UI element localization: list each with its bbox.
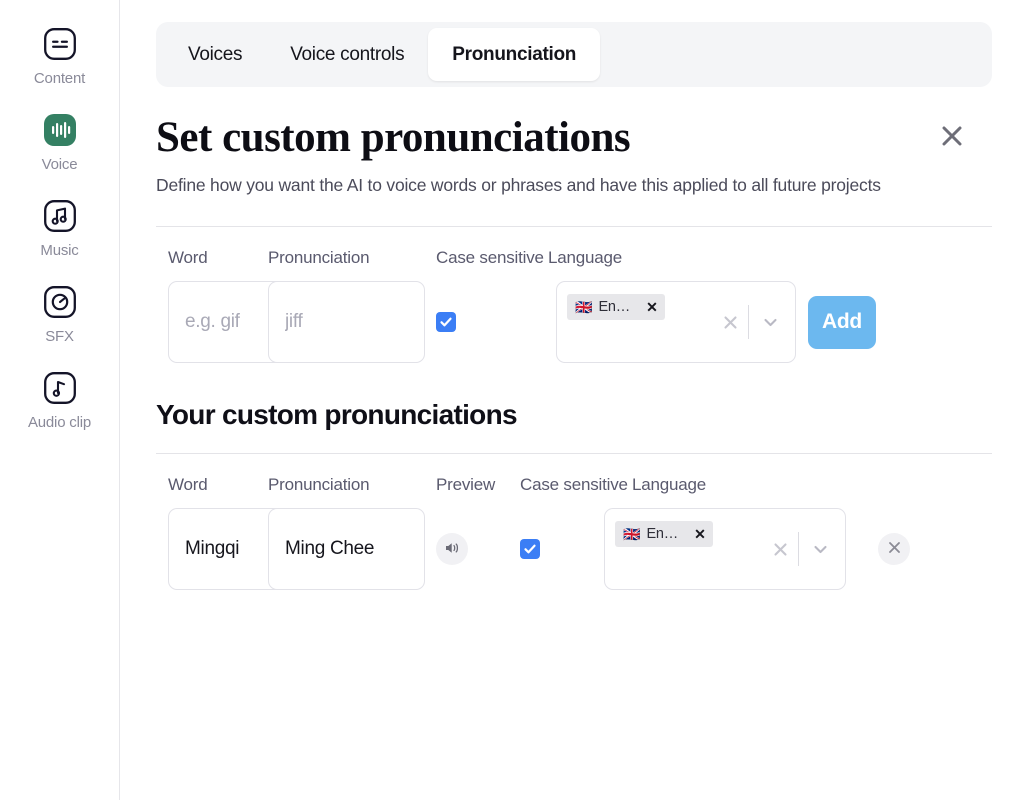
add-form-row: 🇬🇧 En… ✕: [156, 281, 992, 363]
column-header-case-sensitive: Case sensitive: [436, 248, 544, 267]
page-description: Define how you want the AI to voice word…: [156, 175, 881, 195]
content-icon: [40, 24, 80, 64]
row-preview-cell: [436, 508, 520, 590]
column-header-preview: Preview: [436, 475, 496, 494]
close-button[interactable]: [934, 119, 970, 155]
column-header-language: Language: [632, 475, 707, 494]
sidebar-item-label: Voice: [41, 156, 78, 173]
page-title: Set custom pronunciations: [156, 114, 631, 161]
page-header: Set custom pronunciations Define how you…: [156, 113, 992, 200]
flag-icon: 🇬🇧: [575, 299, 593, 315]
case-sensitive-checkbox[interactable]: [436, 312, 456, 332]
add-case-sensitive-cell: [436, 281, 556, 363]
clear-icon[interactable]: [766, 535, 794, 563]
voice-icon: [40, 110, 80, 150]
column-header-language: Language: [548, 248, 623, 267]
app-root: Content Voice Music SFX Audio clip Voice…: [0, 0, 1012, 800]
add-form-header-row: Word Pronunciation Case sensitive Langua…: [156, 227, 992, 273]
column-header-pronunciation: Pronunciation: [268, 248, 370, 267]
table-row: 🇬🇧 En… ✕: [156, 508, 992, 590]
add-pronunciation-cell: [268, 281, 436, 363]
check-icon: [523, 542, 537, 556]
tab-pronunciation[interactable]: Pronunciation: [428, 28, 601, 81]
tab-voices[interactable]: Voices: [164, 28, 266, 81]
chevron-down-icon[interactable]: [753, 308, 787, 336]
music-icon: [40, 196, 80, 236]
main-content: Voices Voice controls Pronunciation Set …: [120, 0, 1012, 800]
language-chip-label: En…: [598, 299, 631, 315]
column-header-word: Word: [168, 475, 208, 494]
sidebar-item-label: SFX: [45, 328, 74, 345]
preview-button[interactable]: [436, 533, 468, 565]
multiselect-separator: [798, 532, 799, 566]
add-button[interactable]: Add: [808, 295, 876, 349]
tab-voice-controls[interactable]: Voice controls: [266, 28, 428, 81]
sidebar-item-voice[interactable]: Voice: [10, 110, 110, 174]
speaker-icon: [443, 539, 461, 560]
check-icon: [439, 315, 453, 329]
pronunciation-input[interactable]: [268, 281, 425, 363]
row-pronunciation-input[interactable]: [268, 508, 425, 590]
language-chip-label: En…: [646, 526, 679, 542]
row-pronunciation-cell: [268, 508, 436, 590]
row-language-cell: 🇬🇧 En… ✕: [604, 508, 910, 590]
row-language-multiselect[interactable]: 🇬🇧 En… ✕: [604, 508, 846, 590]
sidebar-item-label: Music: [40, 242, 79, 259]
remove-row-button[interactable]: [878, 533, 910, 565]
language-multiselect[interactable]: 🇬🇧 En… ✕: [556, 281, 796, 363]
section-title: Your custom pronunciations: [156, 399, 518, 430]
chevron-down-icon[interactable]: [803, 535, 837, 563]
column-header-pronunciation: Pronunciation: [268, 475, 370, 494]
sidebar: Content Voice Music SFX Audio clip: [0, 0, 120, 800]
clear-icon[interactable]: [716, 308, 744, 336]
row-case-sensitive-cell: [520, 508, 604, 590]
column-header-word: Word: [168, 248, 208, 267]
multiselect-controls: [716, 305, 787, 339]
sidebar-item-label: Content: [33, 70, 86, 87]
row-word-cell: [168, 508, 325, 590]
sidebar-item-music[interactable]: Music: [10, 196, 110, 260]
add-language-cell: 🇬🇧 En… ✕ Add: [556, 281, 876, 363]
sfx-icon: [40, 282, 80, 322]
row-case-sensitive-checkbox[interactable]: [520, 539, 540, 559]
remove-chip-icon[interactable]: ✕: [694, 527, 706, 541]
sidebar-item-content[interactable]: Content: [10, 24, 110, 88]
column-header-case-sensitive: Case sensitive: [520, 475, 628, 494]
sidebar-item-label: Audio clip: [27, 414, 92, 431]
language-chip[interactable]: 🇬🇧 En… ✕: [615, 521, 713, 547]
remove-chip-icon[interactable]: ✕: [646, 300, 658, 314]
add-word-cell: [168, 281, 325, 363]
sidebar-item-sfx[interactable]: SFX: [10, 282, 110, 346]
flag-icon: 🇬🇧: [623, 526, 641, 542]
language-chip[interactable]: 🇬🇧 En… ✕: [567, 294, 665, 320]
close-icon: [938, 122, 966, 153]
sidebar-item-audio-clip[interactable]: Audio clip: [10, 368, 110, 432]
remove-icon: [886, 539, 903, 559]
multiselect-separator: [748, 305, 749, 339]
tab-bar: Voices Voice controls Pronunciation: [156, 22, 992, 87]
list-header-row: Word Pronunciation Preview Case sensitiv…: [156, 454, 992, 500]
audio-clip-icon: [40, 368, 80, 408]
multiselect-controls: [766, 532, 837, 566]
